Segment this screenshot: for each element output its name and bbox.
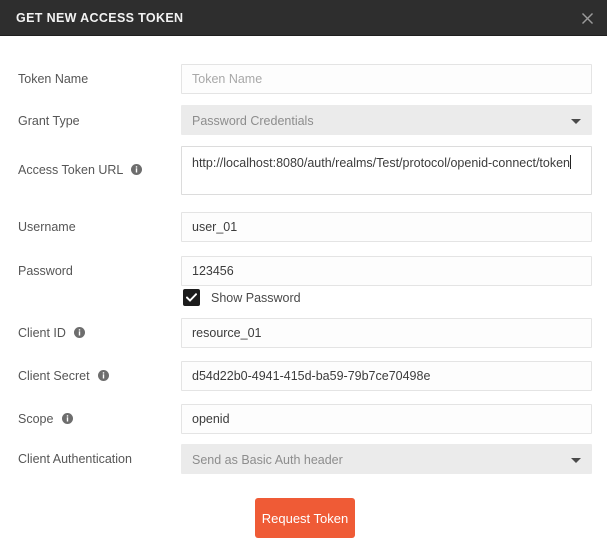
scope-label-text: Scope [18,412,54,426]
client-authentication-label: Client Authentication [18,452,132,466]
scope-label: Scope [18,411,73,427]
access-token-url-label: Access Token URL [18,162,143,178]
username-label: Username [18,220,76,234]
info-icon[interactable] [61,413,73,424]
client-id-label: Client ID [18,325,86,341]
dialog-title: GET NEW ACCESS TOKEN [16,11,184,25]
client-secret-input[interactable]: d54d22b0-4941-415d-ba59-79b7ce70498e [181,361,592,391]
access-token-url-value: http://localhost:8080/auth/realms/Test/p… [192,156,571,170]
access-token-url-label-text: Access Token URL [18,163,123,177]
password-label: Password [18,264,73,278]
token-name-label: Token Name [18,72,89,86]
access-token-url-textarea[interactable]: http://localhost:8080/auth/realms/Test/p… [181,146,592,195]
info-icon[interactable] [74,327,86,338]
text-caret [570,155,572,169]
get-new-access-token-dialog: GET NEW ACCESS TOKEN Token Name Token Na… [0,0,607,547]
info-icon[interactable] [131,164,143,175]
show-password-checkbox-row[interactable]: Show Password [183,289,301,306]
grant-type-label: Grant Type [18,114,80,128]
password-input[interactable]: 123456 [181,256,592,286]
show-password-checkbox[interactable] [183,289,200,306]
row-client-authentication: Client Authentication Send as Basic Auth… [0,36,607,474]
token-name-input[interactable]: Token Name [181,64,592,94]
client-authentication-select[interactable]: Send as Basic Auth header [181,444,592,474]
token-form: Token Name Token Name Grant Type Passwor… [0,36,607,547]
request-token-button[interactable]: Request Token [255,498,355,538]
client-secret-label-text: Client Secret [18,369,90,383]
chevron-down-icon [571,119,581,124]
show-password-label: Show Password [211,290,301,305]
info-icon[interactable] [98,370,110,381]
close-icon[interactable] [577,8,597,28]
client-id-input[interactable]: resource_01 [181,318,592,348]
grant-type-select[interactable]: Password Credentials [181,105,592,135]
client-id-label-text: Client ID [18,326,66,340]
grant-type-value: Password Credentials [192,114,314,128]
dialog-titlebar: GET NEW ACCESS TOKEN [0,0,607,36]
scope-input[interactable]: openid [181,404,592,434]
chevron-down-icon [571,458,581,463]
client-authentication-value: Send as Basic Auth header [192,453,343,467]
client-secret-label: Client Secret [18,368,110,384]
username-input[interactable]: user_01 [181,212,592,242]
